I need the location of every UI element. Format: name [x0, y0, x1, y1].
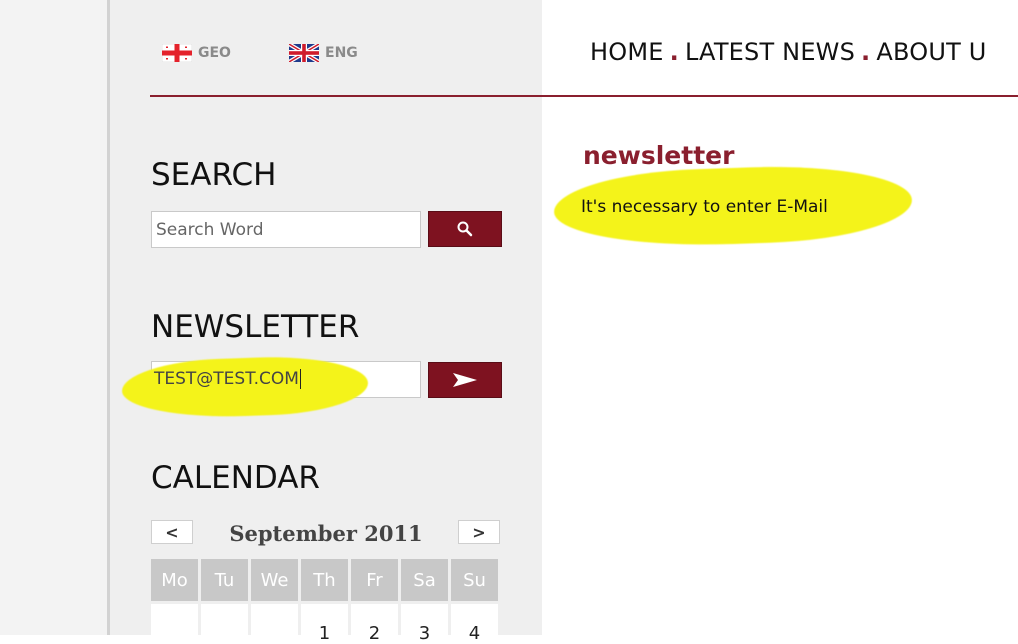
uk-flag-icon — [289, 44, 319, 62]
search-input[interactable]: Search Word — [151, 211, 421, 248]
search-placeholder: Search Word — [156, 219, 264, 240]
page-title: newsletter — [583, 141, 735, 170]
magnifier-icon — [457, 221, 473, 237]
search-title: SEARCH — [151, 157, 277, 193]
weekday-header: Mo — [151, 559, 198, 601]
calendar-prev-button[interactable]: < — [151, 520, 193, 544]
weekday-header: Su — [451, 559, 498, 601]
calendar-next-button[interactable]: > — [458, 520, 500, 544]
calendar-grid: Mo Tu We Th Fr Sa Su 1 2 3 4 — [151, 559, 498, 644]
nav-home[interactable]: HOME — [590, 38, 664, 66]
top-nav: HOME. LATEST NEWS. ABOUT U — [590, 38, 987, 66]
calendar-day-empty — [151, 604, 198, 644]
newsletter-submit-button[interactable] — [428, 362, 502, 398]
calendar-day[interactable]: 1 — [301, 604, 348, 644]
calendar-day-empty — [201, 604, 248, 644]
nav-separator: . — [861, 38, 871, 66]
calendar-month-label: September 2011 — [229, 521, 423, 546]
lang-geo-label: GEO — [198, 45, 231, 61]
calendar-day[interactable]: 4 — [451, 604, 498, 644]
georgia-flag-icon — [162, 44, 192, 62]
weekday-header: Fr — [351, 559, 398, 601]
error-message: It's necessary to enter E-Mail — [581, 197, 828, 217]
nav-about-us[interactable]: ABOUT U — [876, 38, 986, 66]
calendar-day[interactable]: 2 — [351, 604, 398, 644]
calendar-header: < September 2011 > — [151, 520, 501, 546]
lang-eng-label: ENG — [325, 45, 358, 61]
nav-separator: . — [669, 38, 679, 66]
arrow-right-icon — [453, 373, 477, 387]
lang-geo[interactable]: GEO — [162, 43, 231, 63]
calendar-title: CALENDAR — [151, 460, 320, 496]
search-button[interactable] — [428, 211, 502, 247]
newsletter-email-value: TEST@TEST.COM — [154, 369, 301, 389]
left-gutter — [0, 0, 107, 635]
calendar-day-empty — [251, 604, 298, 644]
weekday-header: Tu — [201, 559, 248, 601]
nav-latest-news[interactable]: LATEST NEWS — [685, 38, 855, 66]
newsletter-title: NEWSLETTER — [151, 309, 360, 345]
weekday-header: Th — [301, 559, 348, 601]
weekday-header: We — [251, 559, 298, 601]
lang-eng[interactable]: ENG — [289, 43, 358, 63]
calendar-day[interactable]: 3 — [401, 604, 448, 644]
weekday-header: Sa — [401, 559, 448, 601]
header-rule — [150, 95, 1018, 97]
